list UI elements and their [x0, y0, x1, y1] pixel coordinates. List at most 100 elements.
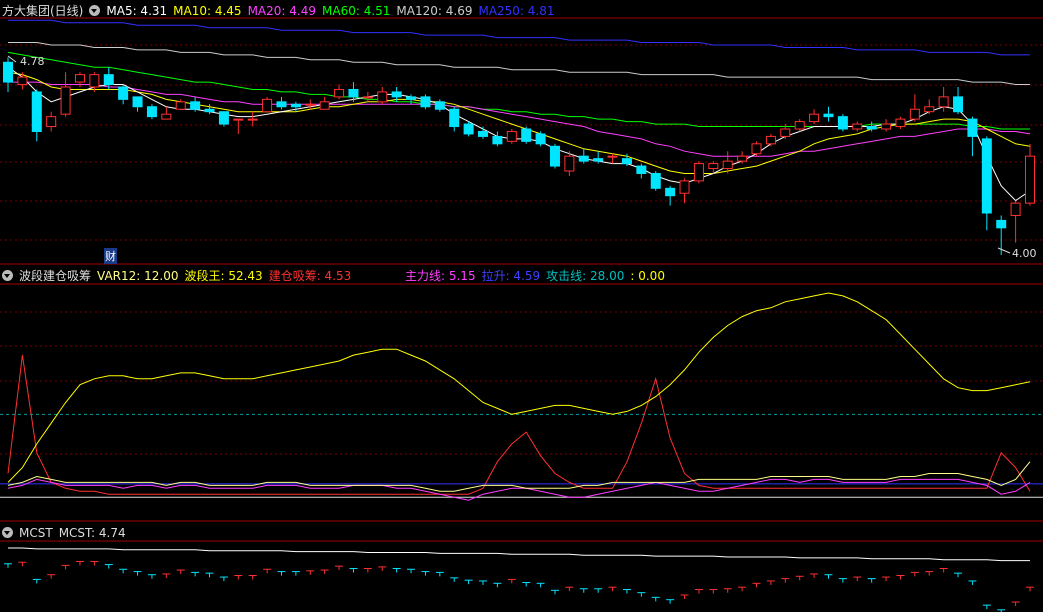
candle-body: [737, 155, 748, 162]
candle-body: [262, 98, 273, 113]
candle-body: [837, 116, 848, 130]
build-line: [7, 355, 1031, 495]
candle-body: [852, 123, 863, 130]
candle-body: [319, 101, 330, 110]
candle-body: [823, 113, 834, 118]
legend-item: MA5: 4.31: [106, 4, 168, 18]
legend-item: MA20: 4.49: [247, 4, 316, 18]
candle-body: [895, 118, 906, 128]
osc-panel-header: 波段建仓吸筹 VAR12: 12.00 波段王: 52.43 建仓吸筹: 4.53: [2, 268, 363, 284]
osc-legend: VAR12: 12.00 波段王: 52.43 建仓吸筹: 4.53: [97, 269, 357, 283]
candle-body: [765, 135, 776, 145]
osc-title: 波段建仓吸筹: [19, 269, 92, 283]
panel-menu-icon[interactable]: [89, 5, 101, 16]
stock-title: 方大集团(日线): [2, 4, 84, 18]
candle-body: [996, 219, 1007, 229]
legend-item: 拉升: 4.59: [481, 269, 541, 283]
candle-body: [218, 111, 229, 125]
candle-body: [305, 103, 316, 106]
candle-body: [290, 103, 301, 108]
candle-body: [549, 145, 560, 167]
candle-body: [89, 74, 100, 88]
candle-body: [233, 118, 244, 121]
legend-item: MA250: 4.81: [478, 4, 555, 18]
candle-body: [650, 172, 661, 189]
candle-body: [17, 76, 28, 86]
candle-body: [146, 106, 157, 118]
candle-body: [665, 187, 676, 197]
legend-item: : 0.00: [630, 269, 665, 283]
mcst-title: MCST: [19, 526, 53, 540]
candle-body: [809, 113, 820, 123]
ma5-line: [7, 66, 1031, 202]
candle-body: [362, 96, 373, 99]
candle-body: [578, 155, 589, 162]
ma10-line: [7, 71, 1031, 174]
candle-body: [593, 158, 604, 162]
candle-body: [924, 106, 935, 113]
candle-body: [521, 128, 532, 142]
low-price-pointer: [997, 247, 1011, 254]
legend-item: MA10: 4.45: [173, 4, 242, 18]
main-panel-header: 方大集团(日线) MA5: 4.31 MA10: 4.45 MA20: 4.49 MA6…: [2, 3, 567, 19]
candle-body: [406, 96, 417, 100]
candle-body: [564, 155, 575, 172]
legend-item: 主力线: 5.15: [405, 269, 476, 283]
candle-body: [506, 130, 517, 142]
candle-body: [794, 121, 805, 130]
candle-body: [636, 165, 647, 174]
candle-body: [103, 74, 114, 86]
candle-body: [334, 88, 345, 98]
panel-menu-icon[interactable]: [2, 270, 13, 281]
mcst-value: MCST: 4.74: [58, 526, 126, 540]
candle-body: [938, 96, 949, 108]
candle-body: [981, 138, 992, 214]
mcst-line: [8, 547, 1030, 562]
low-price-label: 4.00: [1012, 247, 1037, 260]
candle-body: [60, 86, 71, 115]
candle-body: [204, 108, 215, 113]
osc-panel-header-right: 主力线: 5.15 拉升: 4.59 攻击线: 28.00 : 0.00: [405, 268, 677, 284]
kline-chart[interactable]: [0, 0, 1043, 612]
candle-body: [693, 163, 704, 182]
high-price-pointer: [7, 55, 17, 63]
candle-body: [1010, 202, 1021, 216]
candle-body: [118, 86, 129, 100]
candle-body: [967, 118, 978, 137]
legend-item: 波段王: 52.43: [184, 269, 263, 283]
candle-body: [866, 126, 877, 130]
candle-body: [463, 123, 474, 135]
legend-item: MA120: 4.69: [396, 4, 473, 18]
ma-legend: MA5: 4.31 MA10: 4.45 MA20: 4.49 MA60: 4.51 M…: [106, 4, 560, 18]
candle-body: [161, 113, 172, 120]
legend-item: 攻击线: 28.00: [546, 269, 625, 283]
candle-body: [190, 101, 201, 110]
candle-body: [679, 180, 690, 194]
candle-body: [46, 116, 57, 128]
finance-marker[interactable]: 财: [104, 248, 117, 264]
candle-body: [492, 135, 503, 145]
candle-body: [247, 118, 258, 121]
candle-body: [74, 74, 85, 83]
candle-body: [535, 133, 546, 145]
candle-body: [909, 108, 920, 120]
candle-body: [377, 91, 388, 103]
candle-body: [708, 163, 719, 170]
candle-body: [132, 96, 143, 108]
panel-menu-icon[interactable]: [2, 527, 13, 538]
mcst-panel-header: MCST MCST: 4.74: [2, 525, 132, 541]
candle-body: [478, 130, 489, 137]
candle-body: [780, 128, 791, 137]
candle-body: [449, 108, 460, 128]
ma60-line: [7, 51, 1030, 130]
candle-body: [722, 160, 733, 170]
high-price-label: 4.78: [20, 55, 45, 68]
candle-body: [1025, 155, 1035, 204]
legend-item: MA60: 4.51: [322, 4, 391, 18]
legend-item: VAR12: 12.00: [97, 269, 179, 283]
candle-body: [3, 61, 13, 83]
candle-body: [31, 91, 42, 132]
candle-body: [276, 101, 287, 108]
candle-body: [953, 96, 964, 113]
candle-body: [434, 101, 445, 110]
